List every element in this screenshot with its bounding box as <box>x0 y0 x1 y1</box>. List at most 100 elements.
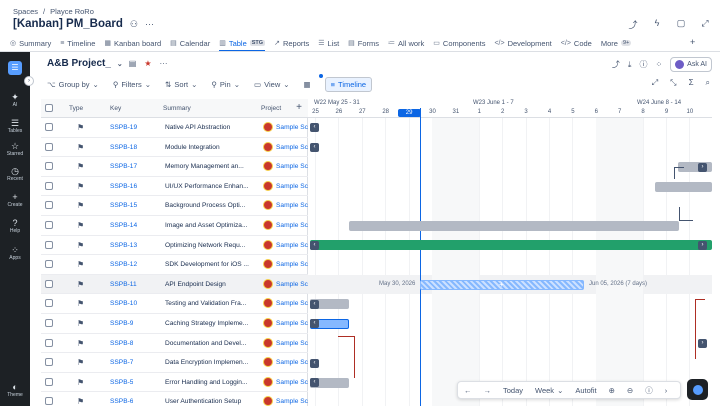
row-checkbox[interactable] <box>45 221 53 229</box>
autofit-button[interactable]: Autofit <box>575 386 596 395</box>
issue-key[interactable]: SSPB-9 <box>110 320 133 327</box>
issue-project[interactable]: Sample Sc <box>276 242 308 249</box>
row-checkbox[interactable] <box>45 142 53 151</box>
tab-forms[interactable]: ▤ Forms <box>348 36 379 50</box>
sidebar-item-create[interactable]: + Create <box>0 192 30 208</box>
sidebar-item-tables[interactable]: ☰ Tables <box>0 118 30 134</box>
issue-key[interactable]: SSPB-19 <box>110 124 137 131</box>
tab-reports[interactable]: ↗ Reports <box>274 36 309 50</box>
tab-more[interactable]: More 9+ <box>601 36 632 50</box>
app-logo-icon[interactable]: ☰ <box>8 61 22 75</box>
assistant-button[interactable] <box>687 379 708 400</box>
issue-summary[interactable]: Native API Abstraction <box>165 124 249 131</box>
table-row[interactable]: ⚑ SSPB-9 Caching Strategy Impleme... Sample… <box>41 314 308 334</box>
issue-project[interactable]: Sample Sc <box>276 359 308 366</box>
issue-summary[interactable]: UI/UX Performance Enhan... <box>165 183 249 190</box>
select-all-checkbox[interactable] <box>45 104 53 112</box>
issue-summary[interactable]: Optimizing Network Requ... <box>165 242 249 249</box>
issue-summary[interactable]: Documentation and Devel... <box>165 340 249 347</box>
issue-summary[interactable]: Memory Management an... <box>165 163 249 170</box>
arrow-left-icon[interactable]: ‹ <box>310 142 319 152</box>
share-icon[interactable]: ⤴ <box>626 18 640 31</box>
tab-kanban-board[interactable]: ▦ Kanban board <box>104 36 161 50</box>
sum-icon[interactable]: Σ <box>689 78 694 88</box>
people-icon[interactable]: ⚇ <box>130 19 138 30</box>
feedback-icon[interactable]: ▢ <box>674 18 688 31</box>
issue-summary[interactable]: Testing and Validation Fra... <box>165 300 249 307</box>
more-options-icon[interactable]: ··· <box>145 19 154 29</box>
sidebar-item-starred[interactable]: ☆ Starred <box>0 141 30 157</box>
issue-summary[interactable]: Data Encryption Implemen... <box>165 359 249 366</box>
issue-key[interactable]: SSPB-15 <box>110 202 137 209</box>
board-title[interactable]: A&B Project_ <box>47 58 111 69</box>
table-row[interactable]: ⚑ SSPB-8 Documentation and Devel... Sample … <box>41 334 308 354</box>
issue-project[interactable]: Sample Sc <box>276 202 308 209</box>
tab-calendar[interactable]: ▤ Calendar <box>170 36 210 50</box>
issue-key[interactable]: SSPB-5 <box>110 379 133 386</box>
tab-all-work[interactable]: ≔ All work <box>388 36 424 50</box>
issue-summary[interactable]: SDK Development for iOS ... <box>165 261 249 268</box>
add-column-icon[interactable]: + <box>296 102 302 113</box>
issue-key[interactable]: SSPB-7 <box>110 359 133 366</box>
add-tab-icon[interactable]: + <box>690 37 695 47</box>
issue-project[interactable]: Sample Sc <box>276 340 308 347</box>
info-icon[interactable]: ⓘ <box>639 59 647 70</box>
sidebar-collapse-icon[interactable]: › <box>24 76 34 86</box>
sidebar-item-help[interactable]: ? Help <box>0 218 30 234</box>
breadcrumb-spaces[interactable]: Spaces <box>13 7 38 16</box>
add-icon[interactable]: + <box>499 280 504 289</box>
issue-project[interactable]: Sample Sc <box>276 261 308 268</box>
info-icon[interactable]: ⓘ <box>645 385 653 396</box>
issue-key[interactable]: SSPB-14 <box>110 222 137 229</box>
table-row[interactable]: ⚑ SSPB-14 Image and Asset Optimiza... Sampl… <box>41 216 308 236</box>
task-bar[interactable] <box>655 181 712 192</box>
issue-summary[interactable]: User Authentication Setup <box>165 398 249 405</box>
row-checkbox[interactable] <box>45 299 53 308</box>
table-row[interactable]: ⚑ SSPB-10 Testing and Validation Fra... Sam… <box>41 294 308 314</box>
header-project[interactable]: Project <box>261 105 281 112</box>
tab-list[interactable]: ☰ List <box>318 36 339 50</box>
table-row[interactable]: ⚑ SSPB-18 Module Integration Sample Sc <box>41 138 308 158</box>
row-checkbox[interactable] <box>45 181 53 190</box>
breadcrumb-project[interactable]: Playce RoRo <box>50 7 94 16</box>
tab-summary[interactable]: ◎ Summary <box>10 36 51 50</box>
issue-summary[interactable]: Background Process Opti... <box>165 202 249 209</box>
header-key[interactable]: Key <box>110 105 121 112</box>
download-icon[interactable]: ⤓ <box>628 60 632 70</box>
row-checkbox[interactable] <box>45 240 53 249</box>
row-checkbox[interactable] <box>45 201 53 210</box>
arrow-left-icon[interactable]: ‹ <box>310 358 319 368</box>
tab-code[interactable]: </> Code <box>561 36 592 50</box>
arrow-right-icon[interactable]: → <box>484 386 492 395</box>
issue-project[interactable]: Sample Sc <box>276 144 308 151</box>
apps-grid-icon[interactable]: ⁘ <box>655 60 662 69</box>
header-summary[interactable]: Summary <box>163 105 191 112</box>
issue-project[interactable]: Sample Sc <box>276 320 308 327</box>
chevron-right-icon[interactable]: › <box>665 386 668 395</box>
view-button[interactable]: ▭ View ⌄ <box>254 80 290 89</box>
arrow-left-icon[interactable]: ‹ <box>310 378 319 388</box>
layout-icon[interactable]: ▦ <box>304 80 311 89</box>
issue-project[interactable]: Sample Sc <box>276 300 308 307</box>
tab-components[interactable]: ▭ Components <box>433 36 485 50</box>
issue-project[interactable]: Sample Sc <box>276 124 308 131</box>
zoom-in-icon[interactable]: ⊕ <box>609 386 615 395</box>
zoom-out-icon[interactable]: ⊖ <box>627 386 633 395</box>
issue-summary[interactable]: Image and Asset Optimiza... <box>165 222 249 229</box>
row-checkbox[interactable] <box>45 279 53 288</box>
table-row[interactable]: ⚑ SSPB-19 Native API Abstraction Sample Sc <box>41 118 308 138</box>
share-board-icon[interactable]: ⤴ <box>612 59 620 70</box>
board-summary-icon[interactable]: ▤ <box>129 59 137 68</box>
tab-timeline[interactable]: ≡ Timeline <box>60 36 95 50</box>
table-row[interactable]: ⚑ SSPB-12 SDK Development for iOS ... Sampl… <box>41 255 308 275</box>
filters-button[interactable]: ⚲ Filters ⌄ <box>113 80 151 89</box>
row-checkbox[interactable] <box>45 319 53 327</box>
issue-key[interactable]: SSPB-10 <box>110 300 137 307</box>
issue-key[interactable]: SSPB-13 <box>110 242 137 249</box>
search-icon[interactable]: ⌕ <box>706 78 710 88</box>
row-checkbox[interactable] <box>45 260 53 269</box>
group-by-button[interactable]: ⌥ Group by ⌄ <box>47 80 99 89</box>
issue-project[interactable]: Sample Sc <box>276 398 308 405</box>
issue-key[interactable]: SSPB-8 <box>110 340 133 347</box>
fullscreen-icon[interactable]: ⤢ <box>698 18 712 31</box>
